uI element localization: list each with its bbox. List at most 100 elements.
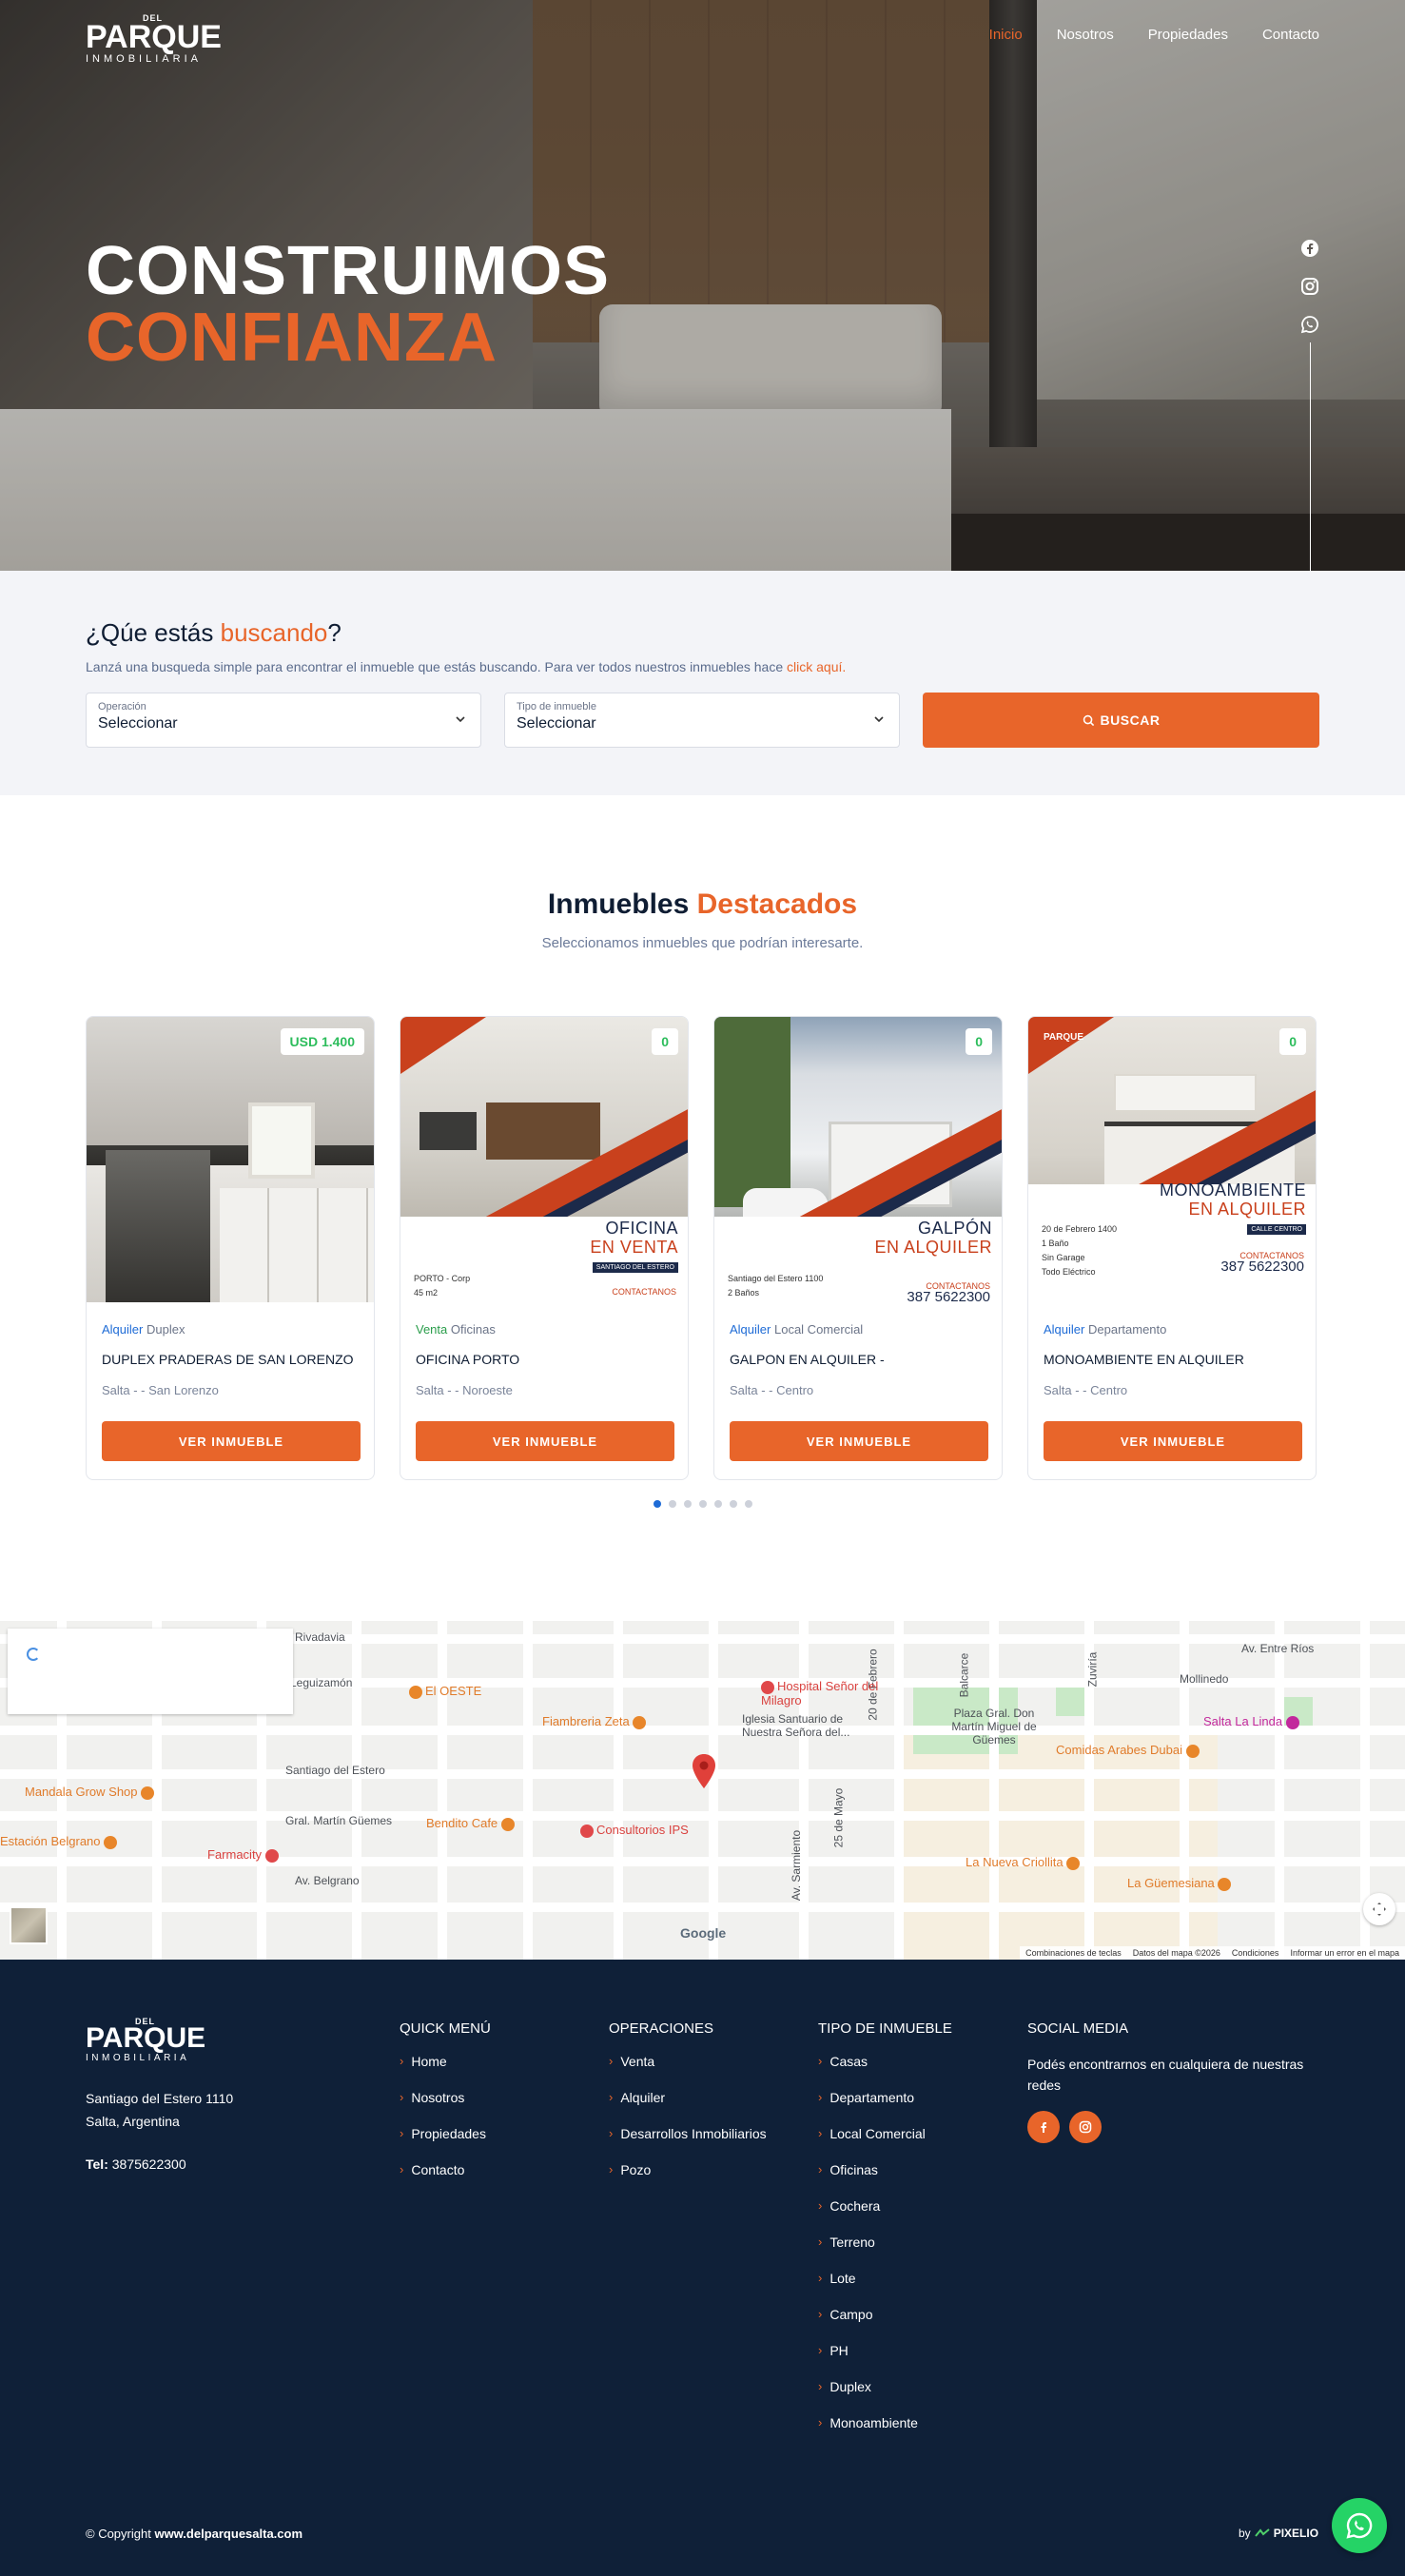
property-card[interactable]: GALPÓN EN ALQUILER Santiago del Estero 11…: [713, 1016, 1003, 1480]
footer-quick-menu: QUICK MENÚ › Home › Nosotros › Propiedades …: [400, 2020, 491, 2198]
tipo-inmueble-label: Tipo de inmueble: [517, 701, 596, 712]
pixelio-logo-icon: [1254, 2528, 1270, 2537]
tipo-inmueble-value: Seleccionar: [517, 715, 596, 732]
map-poi[interactable]: La Nueva Criollita: [966, 1855, 1083, 1870]
property-card[interactable]: OFICINA EN VENTA SANTIAGO DEL ESTERO PORT…: [400, 1016, 689, 1480]
map-street: Santiago del Estero: [285, 1764, 385, 1777]
map-poi[interactable]: Comidas Arabes Dubai: [1056, 1743, 1202, 1758]
chevron-right-icon: ›: [818, 2162, 823, 2176]
facebook-icon[interactable]: [1299, 238, 1320, 259]
footer-link-oficinas[interactable]: › Oficinas: [818, 2162, 952, 2198]
map-poi[interactable]: Estación Belgrano: [0, 1834, 120, 1849]
footer-link-nosotros[interactable]: › Nosotros: [400, 2090, 491, 2126]
chevron-right-icon: ›: [818, 2090, 823, 2104]
instagram-icon[interactable]: [1299, 276, 1320, 297]
map-street: Zuviría: [1085, 1651, 1100, 1688]
footer-link-pozo[interactable]: › Pozo: [609, 2162, 767, 2198]
footer-link-casas[interactable]: › Casas: [818, 2054, 952, 2090]
whatsapp-icon[interactable]: [1299, 314, 1320, 335]
instagram-icon[interactable]: [1069, 2111, 1102, 2143]
nav-inicio[interactable]: Inicio: [989, 27, 1023, 43]
location-map[interactable]: Rivadavia Leguizamón Santiago del Estero…: [0, 1621, 1405, 1960]
property-image[interactable]: USD 1.400: [87, 1017, 374, 1302]
footer-link-desarrollos[interactable]: › Desarrollos Inmobiliarios: [609, 2126, 767, 2162]
footer-link-alquiler[interactable]: › Alquiler: [609, 2090, 767, 2126]
footer-link-cochera[interactable]: › Cochera: [818, 2198, 952, 2234]
operacion-select[interactable]: Operación Seleccionar: [86, 693, 481, 748]
map-poi[interactable]: La Güemesiana: [1127, 1876, 1234, 1891]
chevron-right-icon: ›: [818, 2343, 823, 2357]
property-operation: Venta Oficinas: [416, 1322, 496, 1337]
rail-line: [1310, 342, 1311, 571]
site-link[interactable]: www.delparquesalta.com: [154, 2527, 302, 2541]
buscar-button[interactable]: BUSCAR: [923, 693, 1319, 748]
carousel-dot[interactable]: [744, 1500, 752, 1508]
map-data-credit: Datos del mapa ©2026: [1132, 1948, 1220, 1958]
footer-link-venta[interactable]: › Venta: [609, 2054, 767, 2090]
footer-link-departamento[interactable]: › Departamento: [818, 2090, 952, 2126]
property-image[interactable]: PARQUE MONOAMBIENTE EN ALQUILER CALLE CEN…: [1028, 1017, 1316, 1302]
nav-propiedades[interactable]: Propiedades: [1148, 27, 1228, 43]
carousel-dot[interactable]: [683, 1500, 692, 1508]
map-poi[interactable]: Plaza Gral. Don Martín Miguel de Güemes: [951, 1707, 1037, 1747]
whatsapp-float-button[interactable]: [1332, 2498, 1387, 2553]
map-poi[interactable]: El OESTE: [409, 1684, 481, 1699]
chevron-right-icon: ›: [400, 2126, 404, 2140]
map-poi[interactable]: Salta La Linda: [1203, 1714, 1302, 1729]
property-card[interactable]: USD 1.400 Alquiler Duplex DUPLEX PRADERA…: [86, 1016, 375, 1480]
property-card[interactable]: PARQUE MONOAMBIENTE EN ALQUILER CALLE CEN…: [1027, 1016, 1317, 1480]
nav-contacto[interactable]: Contacto: [1262, 27, 1319, 43]
map-poi[interactable]: Mandala Grow Shop: [25, 1785, 157, 1800]
footer-link-ph[interactable]: › PH: [818, 2343, 952, 2379]
footer-link-local-comercial[interactable]: › Local Comercial: [818, 2126, 952, 2162]
footer-link-home[interactable]: › Home: [400, 2054, 491, 2090]
click-aqui-link[interactable]: click aquí.: [787, 659, 846, 674]
chevron-right-icon: ›: [400, 2090, 404, 2104]
property-location: Salta - - Centro: [730, 1383, 814, 1397]
carousel-dot[interactable]: [713, 1500, 722, 1508]
carousel-dot[interactable]: [729, 1500, 737, 1508]
carousel-dot[interactable]: [653, 1500, 661, 1508]
chevron-right-icon: ›: [609, 2090, 614, 2104]
ver-inmueble-button[interactable]: VER INMUEBLE: [1044, 1421, 1302, 1461]
footer-logo[interactable]: DEL PARQUE INMOBILIARIA: [86, 2017, 205, 2063]
hero-social-rail: [1299, 238, 1320, 335]
map-poi[interactable]: Iglesia Santuario de Nuestra Señora del.…: [742, 1712, 885, 1739]
map-poi[interactable]: Farmacity: [207, 1847, 282, 1863]
property-image[interactable]: GALPÓN EN ALQUILER Santiago del Estero 11…: [714, 1017, 1002, 1302]
map-poi[interactable]: Bendito Cafe: [426, 1816, 517, 1831]
footer-link-campo[interactable]: › Campo: [818, 2307, 952, 2343]
location-pin-icon[interactable]: [692, 1754, 716, 1788]
property-location: Salta - - Noroeste: [416, 1383, 513, 1397]
footer-link-duplex[interactable]: › Duplex: [818, 2379, 952, 2415]
footer-link-contacto[interactable]: › Contacto: [400, 2162, 491, 2198]
map-keyboard-shortcuts[interactable]: Combinaciones de teclas: [1025, 1948, 1122, 1958]
carousel-dot[interactable]: [668, 1500, 676, 1508]
map-poi[interactable]: Hospital Señor del Milagro: [761, 1680, 894, 1708]
developer-credit[interactable]: by PIXELIO: [1239, 2527, 1318, 2540]
property-location: Salta - - Centro: [1044, 1383, 1128, 1397]
hero-title-line2: CONFIANZA: [86, 300, 498, 376]
fullscreen-icon[interactable]: [1363, 1893, 1395, 1925]
carousel-dot[interactable]: [698, 1500, 707, 1508]
map-satellite-thumbnail[interactable]: [10, 1906, 48, 1944]
nav-nosotros[interactable]: Nosotros: [1057, 27, 1114, 43]
map-report-link[interactable]: Informar un error en el mapa: [1290, 1948, 1399, 1958]
ver-inmueble-button[interactable]: VER INMUEBLE: [730, 1421, 988, 1461]
map-terms-link[interactable]: Condiciones: [1232, 1948, 1279, 1958]
hero-section: DEL PARQUE INMOBILIARIA Inicio Nosotros …: [0, 0, 1405, 571]
map-poi[interactable]: Fiambreria Zeta: [542, 1714, 649, 1729]
chevron-down-icon: [874, 716, 884, 723]
ver-inmueble-button[interactable]: VER INMUEBLE: [102, 1421, 361, 1461]
facebook-icon[interactable]: [1027, 2111, 1060, 2143]
property-image[interactable]: OFICINA EN VENTA SANTIAGO DEL ESTERO PORT…: [400, 1017, 688, 1302]
map-street: Rivadavia: [295, 1630, 345, 1644]
site-logo[interactable]: DEL PARQUE INMOBILIARIA: [86, 13, 222, 65]
tipo-inmueble-select[interactable]: Tipo de inmueble Seleccionar: [504, 693, 900, 748]
footer-link-terreno[interactable]: › Terreno: [818, 2234, 952, 2271]
map-poi[interactable]: Consultorios IPS: [580, 1823, 689, 1838]
footer-link-propiedades[interactable]: › Propiedades: [400, 2126, 491, 2162]
footer-link-monoambiente[interactable]: › Monoambiente: [818, 2415, 952, 2451]
footer-link-lote[interactable]: › Lote: [818, 2271, 952, 2307]
ver-inmueble-button[interactable]: VER INMUEBLE: [416, 1421, 674, 1461]
